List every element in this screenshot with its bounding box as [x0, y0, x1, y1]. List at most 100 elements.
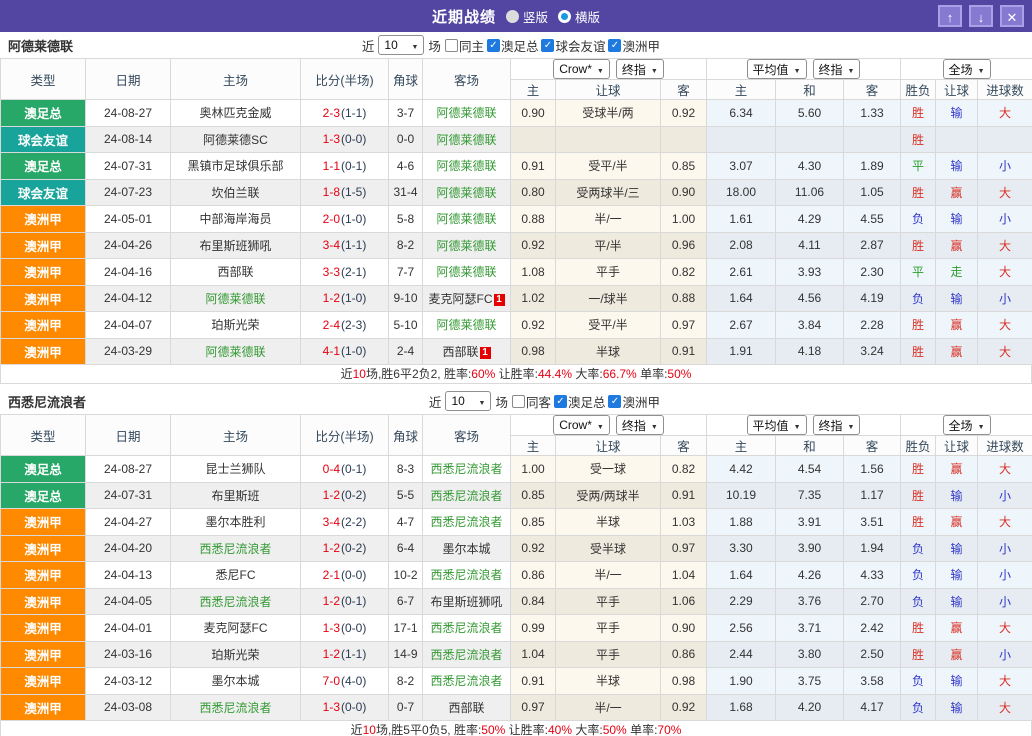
result-goals-cell: 小 — [978, 562, 1032, 589]
type-cell: 球会友谊 — [1, 179, 86, 206]
near-count-select[interactable]: 10 — [378, 35, 424, 55]
ah-odds-stage-select[interactable]: 终指 — [616, 415, 664, 435]
horizontal-layout-radio[interactable]: 横版 — [558, 7, 600, 26]
summary-segment: 50% — [667, 367, 691, 381]
result-handicap-cell: 输 — [936, 285, 978, 312]
eu-away-odds-cell: 4.55 — [844, 206, 901, 233]
half-score: (2-1) — [341, 265, 366, 279]
corner-cell: 5-5 — [389, 482, 423, 509]
result-handicap-cell: 赢 — [936, 456, 978, 483]
corner-cell: 8-2 — [389, 668, 423, 695]
opponent-team-name: 布里斯班狮吼 — [199, 239, 271, 253]
red-card-badge: 1 — [494, 294, 505, 306]
home-team-cell: 西部联 — [171, 259, 301, 286]
result-handicap-cell: 输 — [936, 694, 978, 721]
eu-home-odds-cell: 1.90 — [707, 668, 776, 695]
section-header-home-team: 阿德莱德联 近10场同主澳足总球会友谊澳洲甲 — [0, 32, 1032, 58]
corner-cell: 0-7 — [389, 694, 423, 721]
date-cell: 24-03-08 — [86, 694, 171, 721]
type-cell: 澳洲甲 — [1, 668, 86, 695]
half-score: (1-1) — [341, 647, 366, 661]
match-row: 澳洲甲24-03-16珀斯光荣1-2(1-1)14-9西悉尼流浪者1.04平手0… — [1, 641, 1032, 668]
move-down-button[interactable] — [969, 5, 993, 27]
league-checkbox[interactable]: 澳洲甲 — [608, 392, 660, 411]
near-label: 近 — [361, 36, 376, 55]
result-wdl-cell: 胜 — [901, 482, 936, 509]
type-cell: 澳洲甲 — [1, 641, 86, 668]
type-cell: 澳洲甲 — [1, 562, 86, 589]
checkbox-unchecked-icon — [445, 39, 458, 52]
ah-odds-stage-select[interactable]: 终指 — [616, 59, 664, 79]
ah-home-odds-cell: 0.91 — [511, 668, 556, 695]
titlebar: 近期战绩 竖版 横版 — [0, 0, 1032, 32]
same-venue-checkbox[interactable]: 同客 — [512, 392, 551, 411]
eu-odds-provider-select[interactable]: 平均值 — [747, 59, 807, 79]
near-count-value: 10 — [384, 38, 397, 52]
away-team-cell: 西悉尼流浪者 — [423, 641, 511, 668]
eu-odds-stage-select[interactable]: 终指 — [813, 415, 861, 435]
result-wdl-cell: 胜 — [901, 179, 936, 206]
move-up-button[interactable] — [938, 5, 962, 27]
col-header-result-goals: 进球数 — [978, 80, 1032, 100]
score-cell: 2-3(1-1) — [301, 100, 389, 127]
close-button[interactable] — [1000, 5, 1024, 27]
league-checkbox[interactable]: 球会友谊 — [541, 36, 605, 55]
league-checkbox[interactable]: 澳洲甲 — [608, 36, 660, 55]
near-count-select[interactable]: 10 — [445, 391, 491, 411]
eu-away-odds-cell: 4.17 — [844, 694, 901, 721]
eu-home-odds-cell: 3.07 — [707, 153, 776, 180]
score-cell: 7-0(4-0) — [301, 668, 389, 695]
ah-line-cell: 受平/半 — [556, 153, 661, 180]
same-venue-checkbox[interactable]: 同主 — [445, 36, 484, 55]
result-handicap-cell: 走 — [936, 259, 978, 286]
type-cell: 澳洲甲 — [1, 259, 86, 286]
result-wdl-cell: 胜 — [901, 100, 936, 127]
col-header-ah-away: 客 — [661, 80, 707, 100]
result-group-header: 全场 — [901, 59, 1032, 80]
summary-segment: 大率: — [572, 723, 603, 736]
eu-draw-odds-cell: 3.90 — [776, 535, 844, 562]
ah-away-odds-cell: 1.04 — [661, 562, 707, 589]
self-team-name: 西悉尼流浪者 — [430, 648, 502, 662]
result-handicap-cell: 输 — [936, 100, 978, 127]
result-handicap-cell: 赢 — [936, 312, 978, 339]
summary-segment: 10 — [353, 367, 366, 381]
eu-odds-stage-select[interactable]: 终指 — [813, 59, 861, 79]
result-goals-cell: 小 — [978, 535, 1032, 562]
result-goals-cell: 大 — [978, 694, 1032, 721]
league-checkbox[interactable]: 澳足总 — [487, 36, 539, 55]
date-cell: 24-03-29 — [86, 338, 171, 365]
ah-odds-provider-select[interactable]: Crow* — [553, 415, 610, 435]
full-score: 7-0 — [323, 674, 340, 688]
ah-line-cell: 受平/半 — [556, 312, 661, 339]
eu-home-odds-cell: 1.68 — [707, 694, 776, 721]
away-team-cell: 麦克阿瑟FC1 — [423, 285, 511, 312]
result-wdl-cell: 胜 — [901, 232, 936, 259]
self-team-name: 阿德莱德联 — [436, 159, 496, 173]
away-team-cell: 西悉尼流浪者 — [423, 482, 511, 509]
ah-home-odds-cell: 0.99 — [511, 615, 556, 642]
home-team-cell: 奥林匹克金威 — [171, 100, 301, 127]
eu-draw-odds-cell: 4.11 — [776, 232, 844, 259]
eu-home-odds-cell: 1.64 — [707, 562, 776, 589]
full-score: 1-2 — [323, 594, 340, 608]
filters: 近10场同主澳足总球会友谊澳洲甲 — [361, 35, 660, 55]
result-handicap-cell: 赢 — [936, 338, 978, 365]
self-team-name: 西悉尼流浪者 — [430, 674, 502, 688]
ah-away-odds-cell — [661, 126, 707, 153]
ah-odds-provider-select[interactable]: Crow* — [553, 59, 610, 79]
ah-away-odds-cell: 0.92 — [661, 100, 707, 127]
result-scope-select[interactable]: 全场 — [943, 59, 991, 79]
eu-odds-provider-select[interactable]: 平均值 — [747, 415, 807, 435]
full-score: 1-8 — [323, 185, 340, 199]
result-scope-select[interactable]: 全场 — [943, 415, 991, 435]
ah-away-odds-cell: 0.90 — [661, 615, 707, 642]
type-cell: 澳洲甲 — [1, 694, 86, 721]
self-team-name: 西悉尼流浪者 — [430, 515, 502, 529]
vertical-layout-radio[interactable]: 竖版 — [506, 7, 548, 26]
col-header-corner: 角球 — [389, 415, 423, 456]
date-cell: 24-08-14 — [86, 126, 171, 153]
checkbox-checked-icon — [487, 39, 500, 52]
match-row: 澳洲甲24-05-01中部海岸海员2-0(1-0)5-8阿德莱德联0.88半/一… — [1, 206, 1032, 233]
league-checkbox[interactable]: 澳足总 — [554, 392, 606, 411]
